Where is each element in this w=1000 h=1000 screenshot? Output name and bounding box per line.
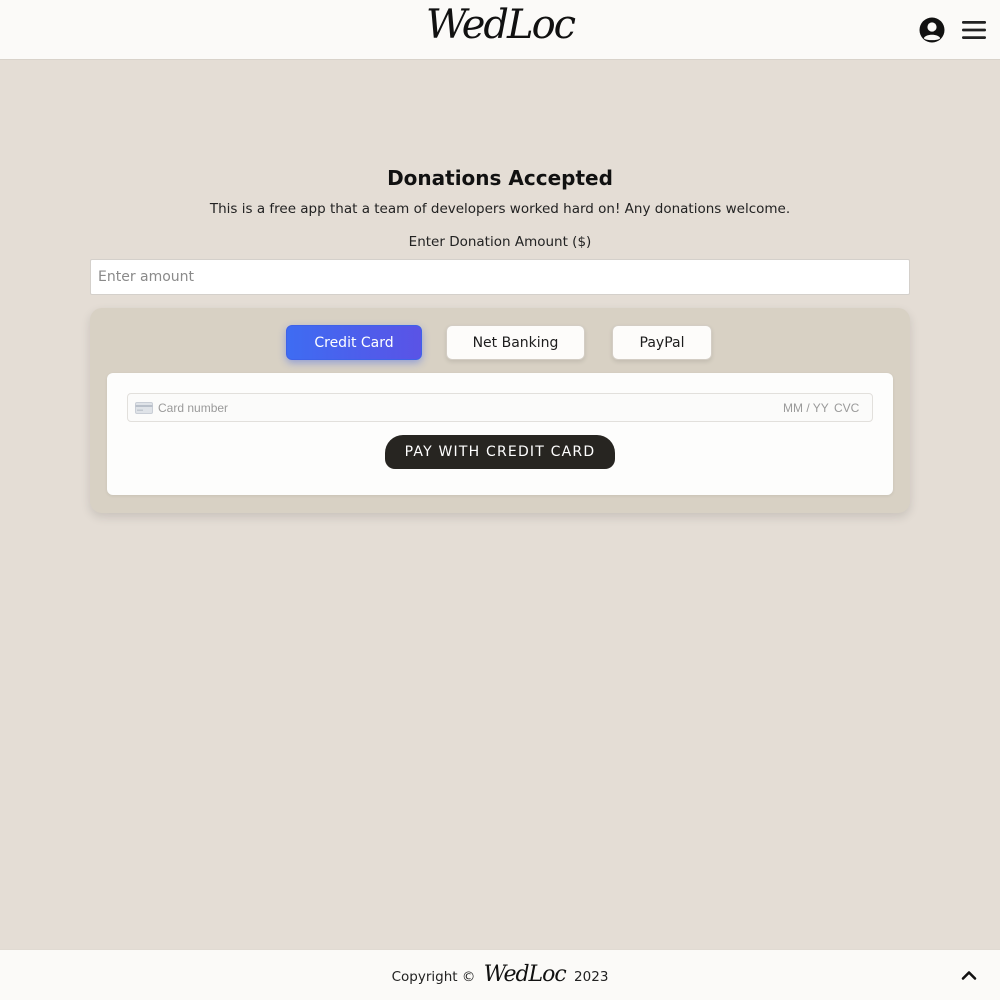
page-subtitle: This is a free app that a team of develo… — [209, 201, 791, 217]
tab-net-banking[interactable]: Net Banking — [446, 325, 585, 360]
tab-credit-card[interactable]: Credit Card — [286, 325, 422, 360]
amount-input[interactable] — [90, 259, 910, 295]
hamburger-menu-icon[interactable] — [962, 19, 986, 41]
copyright-prefix: Copyright © — [391, 969, 476, 985]
cvc-placeholder[interactable]: CVC — [834, 401, 859, 415]
user-circle-icon[interactable] — [919, 17, 945, 43]
copyright-year: 2023 — [574, 969, 609, 985]
pay-with-credit-card-button[interactable]: PAY WITH CREDIT CARD — [385, 435, 615, 469]
credit-card-icon — [135, 402, 153, 414]
expiry-placeholder[interactable]: MM / YY — [783, 401, 829, 415]
card-number-field[interactable]: Card number MM / YY CVC — [127, 393, 873, 422]
card-form: Card number MM / YY CVC PAY WITH CREDIT … — [107, 373, 893, 495]
page-title: Donations Accepted — [387, 166, 613, 190]
copyright-text: Copyright © WedLoc 2023 — [0, 962, 1000, 987]
footer: Copyright © WedLoc 2023 — [0, 949, 1000, 1000]
footer-logo: WedLoc — [483, 962, 567, 987]
top-navbar: WedLoc — [0, 0, 1000, 60]
tab-paypal[interactable]: PayPal — [612, 325, 712, 360]
card-number-placeholder: Card number — [158, 401, 229, 415]
app-logo[interactable]: WedLoc — [0, 2, 1000, 48]
amount-label: Enter Donation Amount ($) — [408, 234, 592, 250]
payment-panel: Credit Card Net Banking PayPal Card numb… — [90, 308, 910, 513]
chevron-up-icon[interactable] — [960, 968, 978, 982]
